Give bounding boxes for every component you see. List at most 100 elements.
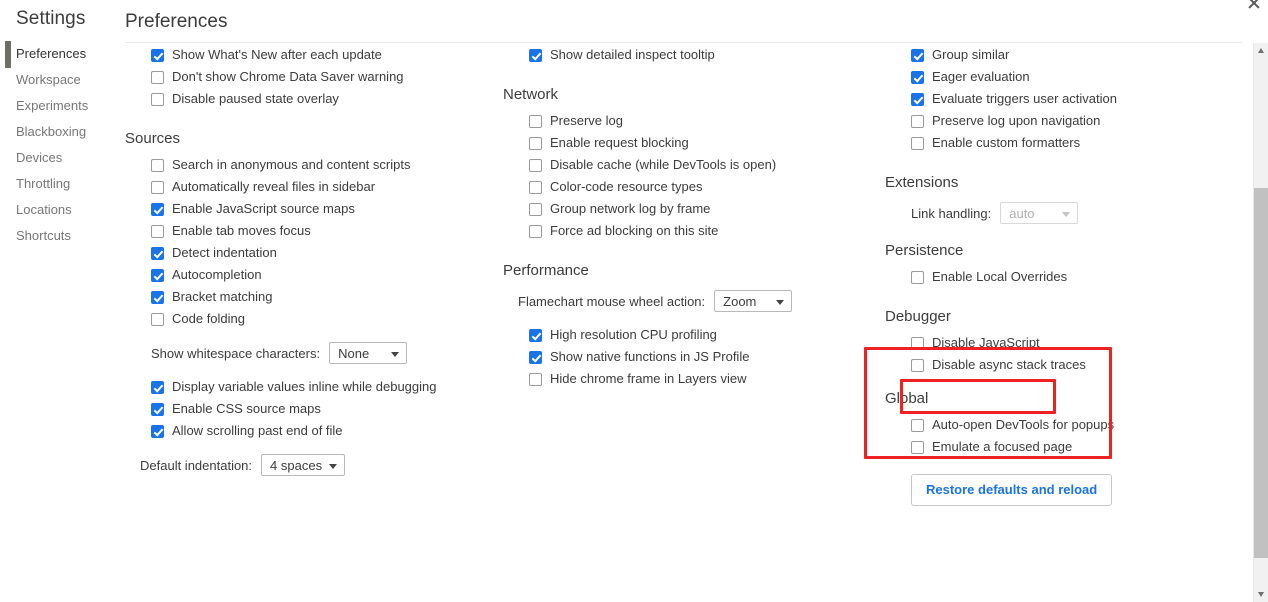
checkbox-indicator[interactable] (911, 115, 924, 128)
checkbox-indicator[interactable] (911, 359, 924, 372)
preferences-columns: Show What's New after each update Don't s… (125, 44, 1268, 602)
checkbox-indicator[interactable] (151, 203, 164, 216)
checkbox-row[interactable]: Emulate a focused page (885, 436, 1255, 458)
section-header-network: Network (503, 86, 873, 104)
checkbox-indicator[interactable] (151, 269, 164, 282)
checkbox-row[interactable]: Hide chrome frame in Layers view (503, 368, 873, 390)
checkbox-indicator[interactable] (911, 271, 924, 284)
checkbox-row[interactable]: Allow scrolling past end of file (125, 420, 495, 442)
checkbox-row[interactable]: Enable request blocking (503, 132, 873, 154)
checkbox-indicator[interactable] (151, 225, 164, 238)
checkbox-indicator[interactable] (151, 71, 164, 84)
checkbox-row[interactable]: Code folding (125, 308, 495, 330)
page-title: Preferences (125, 11, 227, 33)
checkbox-indicator[interactable] (529, 115, 542, 128)
whitespace-characters-label: Show whitespace characters: (151, 346, 320, 361)
checkbox-indicator[interactable] (151, 403, 164, 416)
checkbox-indicator[interactable] (529, 49, 542, 62)
checkbox-indicator[interactable] (529, 203, 542, 216)
checkbox-indicator[interactable] (529, 225, 542, 238)
checkbox-indicator[interactable] (151, 181, 164, 194)
sidebar-item-throttling[interactable]: Throttling (0, 171, 112, 197)
checkbox-indicator[interactable] (151, 93, 164, 106)
checkbox-row[interactable]: Disable JavaScript (885, 332, 1255, 354)
checkbox-row[interactable]: Enable Local Overrides (885, 266, 1255, 288)
checkbox-indicator[interactable] (911, 93, 924, 106)
checkbox-row[interactable]: High resolution CPU profiling (503, 324, 873, 346)
restore-defaults-button[interactable]: Restore defaults and reload (911, 474, 1112, 506)
sidebar-item-blackboxing[interactable]: Blackboxing (0, 119, 112, 145)
checkbox-row[interactable]: Evaluate triggers user activation (885, 88, 1255, 110)
preferences-column-3: Group similar Eager evaluation Evaluate tr… (885, 44, 1255, 506)
sidebar-item-devices[interactable]: Devices (0, 145, 112, 171)
checkbox-row[interactable]: Preserve log (503, 110, 873, 132)
checkbox-row[interactable]: Show native functions in JS Profile (503, 346, 873, 368)
flamechart-wheel-action-select[interactable]: Zoom (714, 290, 792, 312)
checkbox-indicator[interactable] (151, 247, 164, 260)
checkbox-label: Autocompletion (172, 268, 262, 282)
checkbox-row[interactable]: Disable async stack traces (885, 354, 1255, 376)
checkbox-label: Eager evaluation (932, 70, 1030, 84)
checkbox-row[interactable]: Don't show Chrome Data Saver warning (125, 66, 495, 88)
checkbox-row[interactable]: Automatically reveal files in sidebar (125, 176, 495, 198)
sidebar-item-shortcuts[interactable]: Shortcuts (0, 223, 112, 249)
checkbox-row[interactable]: Enable custom formatters (885, 132, 1255, 154)
sidebar-item-preferences[interactable]: Preferences (0, 41, 112, 67)
checkbox-label: Group network log by frame (550, 202, 710, 216)
checkbox-row[interactable]: Force ad blocking on this site (503, 220, 873, 242)
whitespace-characters-select[interactable]: None (329, 342, 407, 364)
vertical-scrollbar[interactable] (1253, 43, 1268, 602)
checkbox-row[interactable]: Detect indentation (125, 242, 495, 264)
checkbox-indicator[interactable] (151, 425, 164, 438)
checkbox-row[interactable]: Eager evaluation (885, 66, 1255, 88)
sidebar-item-workspace[interactable]: Workspace (0, 67, 112, 93)
checkbox-indicator[interactable] (151, 159, 164, 172)
checkbox-indicator[interactable] (911, 71, 924, 84)
checkbox-row[interactable]: Search in anonymous and content scripts (125, 154, 495, 176)
checkbox-indicator[interactable] (911, 337, 924, 350)
checkbox-row[interactable]: Auto-open DevTools for popups (885, 414, 1255, 436)
spacer (503, 66, 873, 86)
checkbox-row[interactable]: Enable JavaScript source maps (125, 198, 495, 220)
checkbox-row[interactable]: Group similar (885, 44, 1255, 66)
checkbox-indicator[interactable] (151, 49, 164, 62)
checkbox-indicator[interactable] (911, 49, 924, 62)
checkbox-row[interactable]: Autocompletion (125, 264, 495, 286)
checkbox-indicator[interactable] (151, 291, 164, 304)
checkbox-row[interactable]: Enable tab moves focus (125, 220, 495, 242)
checkbox-indicator[interactable] (911, 137, 924, 150)
checkbox-indicator[interactable] (911, 441, 924, 454)
checkbox-indicator[interactable] (529, 373, 542, 386)
default-indentation-value: 4 spaces (270, 458, 322, 473)
link-handling-row: Link handling:auto (885, 198, 1255, 228)
link-handling-select[interactable]: auto (1000, 202, 1078, 224)
checkbox-label: Show What's New after each update (172, 48, 382, 62)
checkbox-row[interactable]: Show detailed inspect tooltip (503, 44, 873, 66)
checkbox-indicator[interactable] (529, 137, 542, 150)
checkbox-indicator[interactable] (911, 419, 924, 432)
checkbox-row[interactable]: Disable cache (while DevTools is open) (503, 154, 873, 176)
close-icon[interactable] (1247, 0, 1261, 10)
checkbox-row[interactable]: Group network log by frame (503, 198, 873, 220)
checkbox-label: Enable Local Overrides (932, 270, 1067, 284)
checkbox-row[interactable]: Disable paused state overlay (125, 88, 495, 110)
checkbox-row[interactable]: Color-code resource types (503, 176, 873, 198)
checkbox-row[interactable]: Preserve log upon navigation (885, 110, 1255, 132)
sidebar-item-experiments[interactable]: Experiments (0, 93, 112, 119)
checkbox-row[interactable]: Enable CSS source maps (125, 398, 495, 420)
checkbox-row[interactable]: Show What's New after each update (125, 44, 495, 66)
sidebar-item-locations[interactable]: Locations (0, 197, 112, 223)
checkbox-label: Enable tab moves focus (172, 224, 311, 238)
checkbox-row[interactable]: Bracket matching (125, 286, 495, 308)
checkbox-indicator[interactable] (529, 159, 542, 172)
default-indentation-select[interactable]: 4 spaces (261, 454, 345, 476)
triangle-up-icon[interactable] (1254, 43, 1268, 58)
checkbox-indicator[interactable] (529, 329, 542, 342)
triangle-down-icon[interactable] (1254, 587, 1268, 602)
checkbox-indicator[interactable] (151, 313, 164, 326)
checkbox-indicator[interactable] (529, 351, 542, 364)
checkbox-row[interactable]: Display variable values inline while deb… (125, 376, 495, 398)
checkbox-indicator[interactable] (151, 381, 164, 394)
checkbox-indicator[interactable] (529, 181, 542, 194)
scrollbar-thumb[interactable] (1254, 188, 1268, 558)
